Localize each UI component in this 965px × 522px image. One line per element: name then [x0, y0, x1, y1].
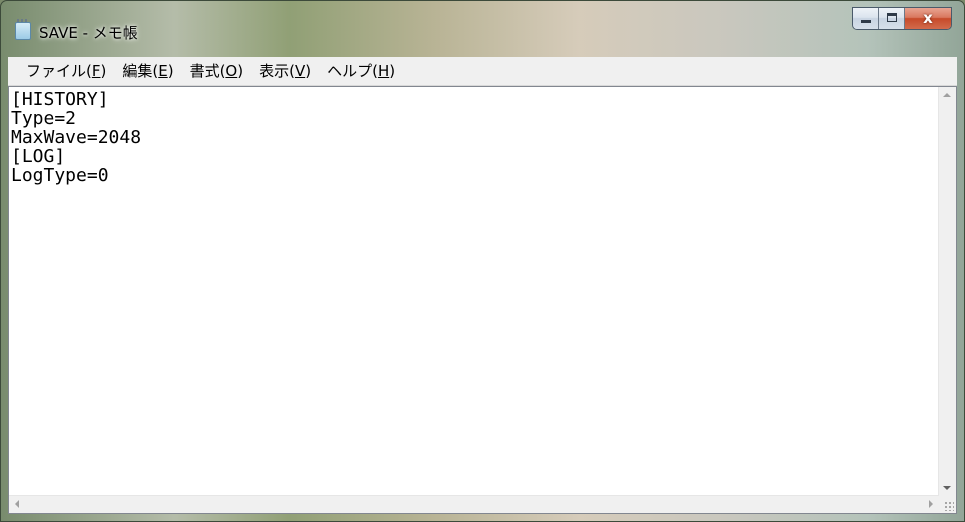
maximize-icon	[887, 13, 897, 22]
editor-area: [HISTORY] Type=2 MaxWave=2048 [LOG] LogT…	[8, 86, 957, 514]
close-button[interactable]: x	[905, 8, 951, 29]
menu-file[interactable]: ファイル(F)	[8, 57, 114, 85]
maximize-button[interactable]	[879, 8, 905, 29]
scroll-down-icon[interactable]	[943, 486, 951, 490]
notepad-window: SAVE - メモ帳 x ファイル(F) 編集(E) 書式(O) 表示(V) ヘ…	[0, 0, 965, 522]
notepad-icon[interactable]	[15, 19, 31, 40]
scroll-left-icon[interactable]	[15, 500, 19, 508]
menu-edit-suffix: )	[167, 62, 174, 80]
menu-help-label: ヘルプ(	[327, 62, 378, 80]
menu-help[interactable]: ヘルプ(H)	[319, 57, 403, 85]
scroll-right-icon[interactable]	[929, 500, 933, 508]
menu-format-mnemonic: O	[225, 62, 238, 80]
size-grip[interactable]	[939, 496, 956, 513]
menu-edit-label: 編集(	[122, 62, 159, 80]
title-bar[interactable]: SAVE - メモ帳 x	[1, 1, 964, 55]
menu-view[interactable]: 表示(V)	[251, 57, 319, 85]
close-icon: x	[923, 9, 933, 27]
menu-help-mnemonic: H	[377, 62, 390, 80]
menu-edit-mnemonic: E	[158, 62, 168, 80]
menu-view-label: 表示(	[259, 62, 295, 80]
menu-file-mnemonic: F	[91, 62, 101, 80]
minimize-icon	[861, 20, 871, 23]
text-editor[interactable]: [HISTORY] Type=2 MaxWave=2048 [LOG] LogT…	[9, 87, 939, 496]
menu-format-suffix: )	[237, 62, 244, 80]
caption-buttons: x	[852, 7, 952, 30]
menu-file-suffix: )	[100, 62, 107, 80]
scroll-up-icon[interactable]	[943, 93, 951, 97]
horizontal-scrollbar[interactable]	[9, 495, 939, 513]
menu-file-label: ファイル(	[26, 62, 92, 80]
menu-format-label: 書式(	[189, 62, 226, 80]
menu-help-suffix: )	[389, 62, 396, 80]
resize-grip-icon	[944, 501, 954, 511]
vertical-scrollbar[interactable]	[938, 87, 956, 496]
menu-edit[interactable]: 編集(E)	[114, 57, 181, 85]
menu-bar: ファイル(F) 編集(E) 書式(O) 表示(V) ヘルプ(H)	[8, 57, 957, 86]
menu-view-suffix: )	[305, 62, 312, 80]
menu-format[interactable]: 書式(O)	[182, 57, 252, 85]
minimize-button[interactable]	[853, 8, 879, 29]
window-title: SAVE - メモ帳	[39, 24, 138, 42]
menu-view-mnemonic: V	[294, 62, 306, 80]
